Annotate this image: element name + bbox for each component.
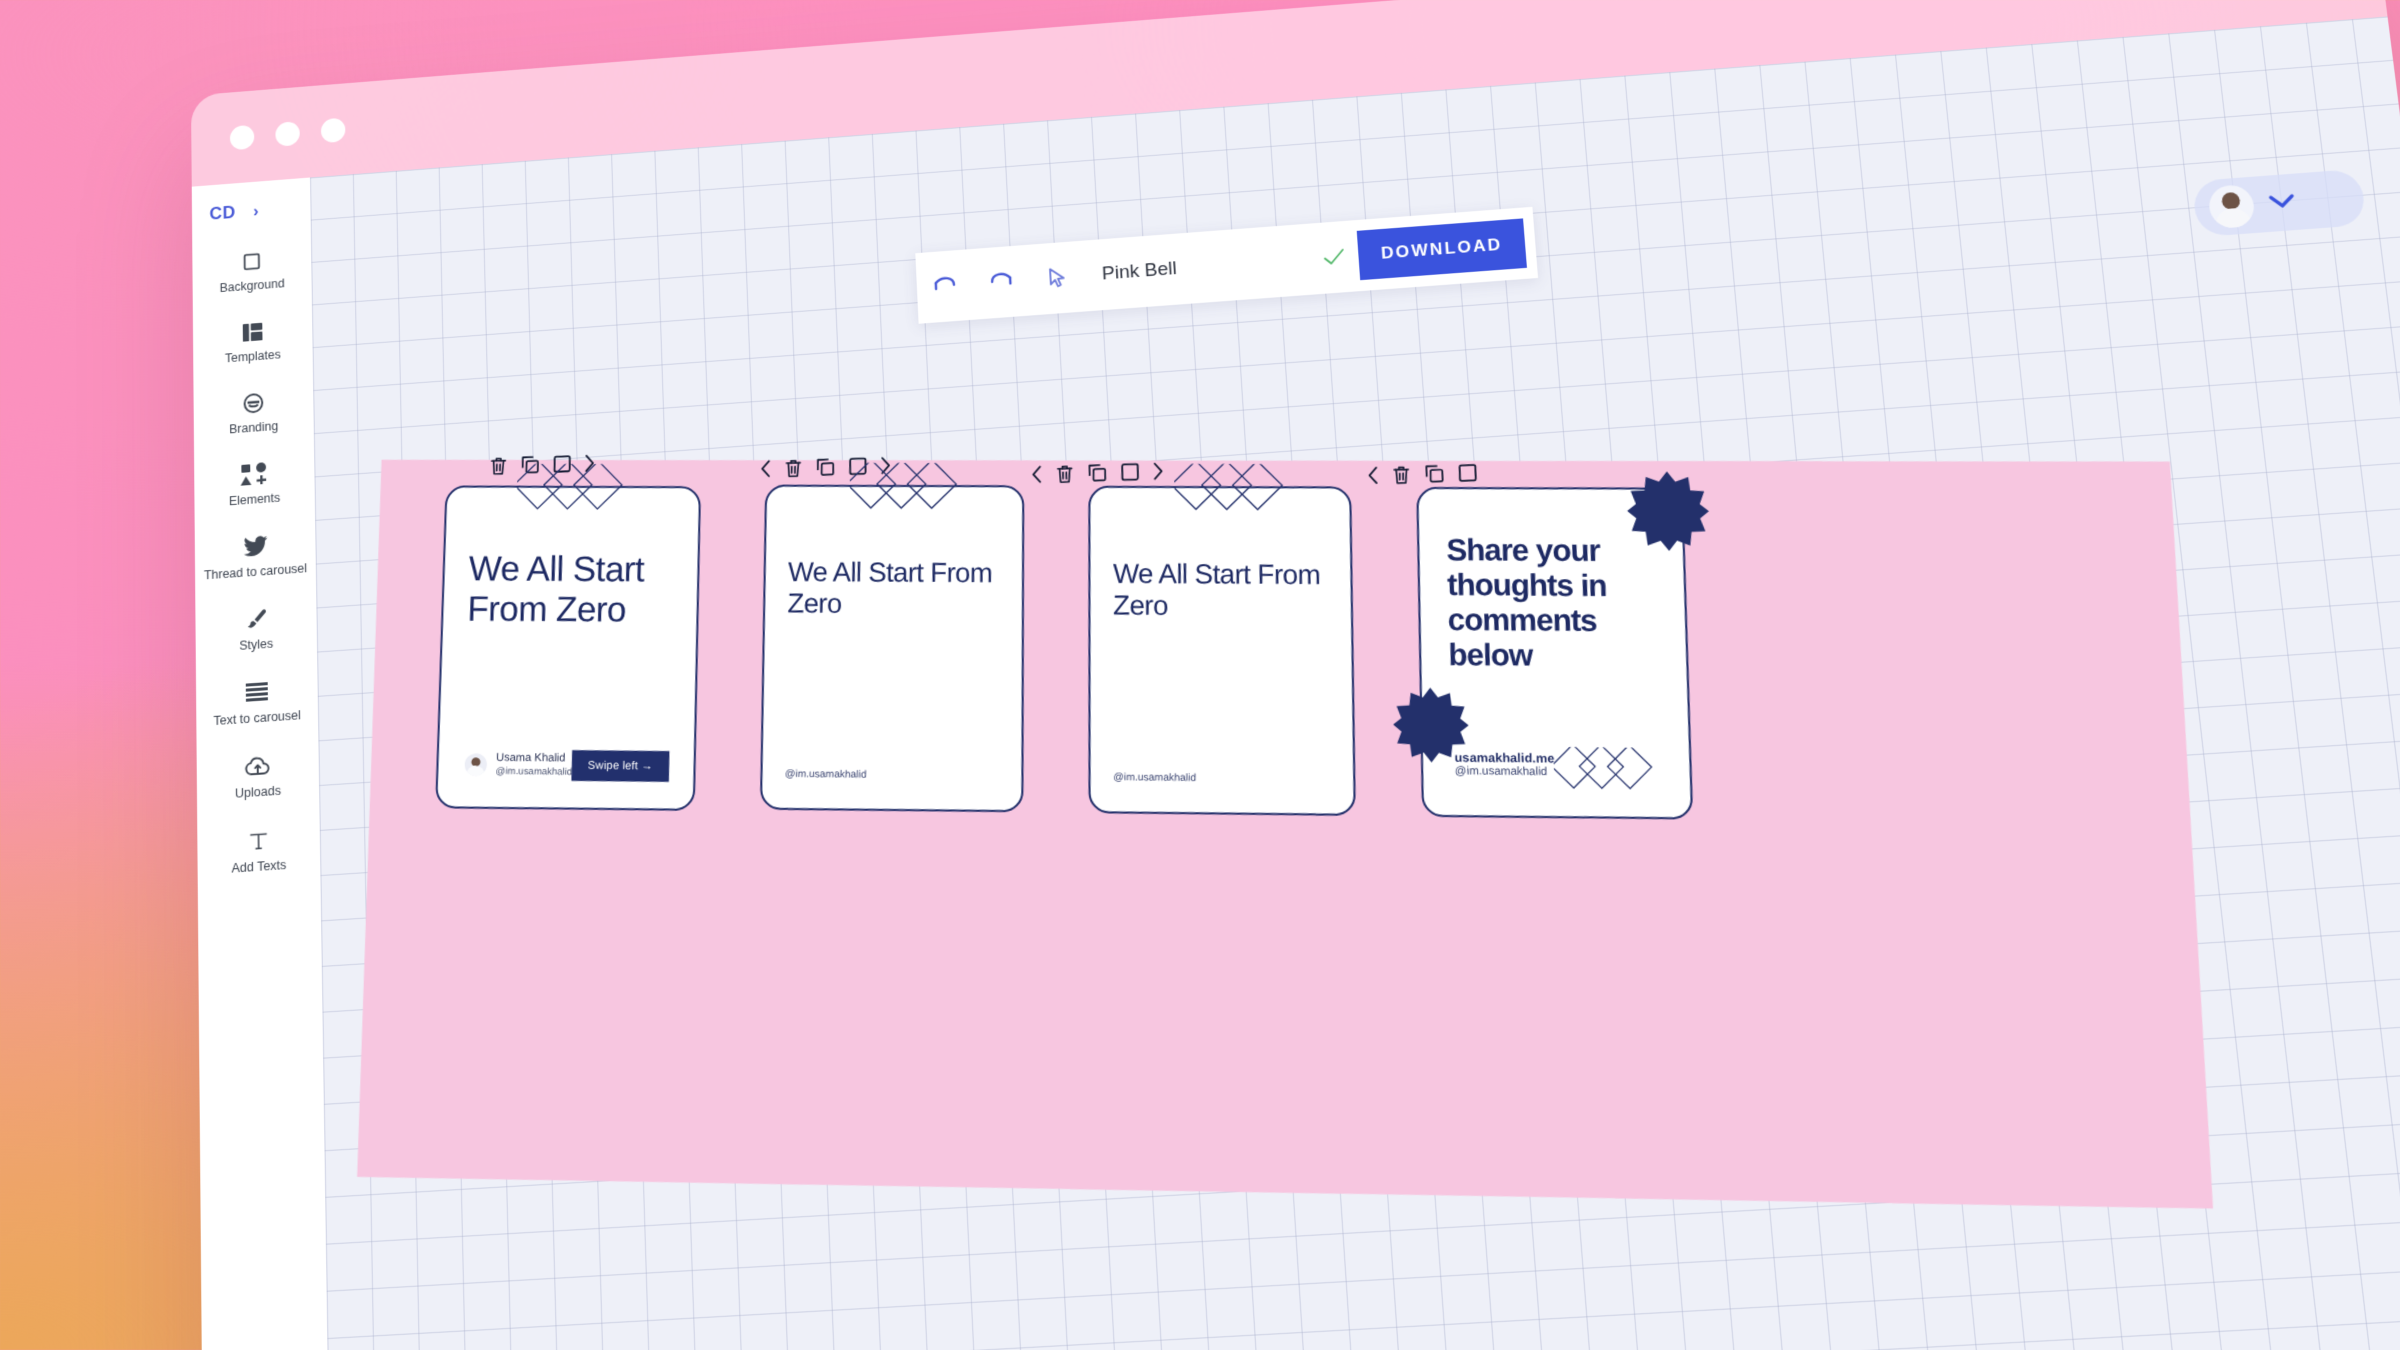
- cursor-pointer-icon[interactable]: [1029, 265, 1087, 291]
- slide-4-footer: usamakhalid.me @im.usamakhalid: [1454, 750, 1555, 778]
- sidebar-label: Add Texts: [231, 857, 287, 876]
- chevron-left-icon[interactable]: [1367, 466, 1380, 486]
- project-name-input[interactable]: Pink Bell: [1085, 248, 1310, 286]
- download-button[interactable]: DOWNLOAD: [1356, 218, 1527, 281]
- copy-icon[interactable]: [1087, 462, 1109, 484]
- redo-arrow-icon[interactable]: [973, 270, 1030, 294]
- app-window: CD › Background Templates Branding Eleme…: [190, 0, 2400, 1350]
- shapes-plus-icon: [240, 461, 268, 489]
- slide-3-handle: @im.usamakhalid: [1113, 771, 1197, 785]
- sidebar-label: Elements: [228, 490, 281, 509]
- diamonds-decoration: [1553, 747, 1671, 794]
- sidebar-label: Background: [219, 276, 285, 295]
- square-icon[interactable]: [1120, 462, 1140, 482]
- text-lines-icon: [245, 679, 269, 707]
- square-icon[interactable]: [553, 454, 572, 473]
- trash-icon[interactable]: [784, 458, 803, 478]
- slide-1-toolbar: [489, 453, 596, 477]
- sidebar-item-elements[interactable]: Elements: [194, 443, 315, 524]
- sidebar-label: Text to carousel: [213, 708, 301, 729]
- slide-4-title: Share your thoughts in comments below: [1446, 533, 1607, 673]
- slide-2[interactable]: We All Start From Zero @im.usamakhalid: [759, 485, 1025, 813]
- sidebar-expand-icon[interactable]: ›: [253, 201, 259, 221]
- sidebar-label: Branding: [229, 419, 279, 437]
- slide-4-site: usamakhalid.me: [1454, 750, 1555, 766]
- trash-icon[interactable]: [489, 456, 508, 476]
- copy-icon[interactable]: [815, 456, 836, 478]
- avatar: [2207, 183, 2257, 230]
- slide-4-toolbar: [1367, 462, 1478, 486]
- paint-brush-icon: [244, 606, 268, 634]
- window-minimize-button[interactable]: [275, 120, 300, 147]
- sidebar-item-styles[interactable]: Styles: [195, 588, 317, 669]
- brand-label: CD: [209, 202, 236, 224]
- editor-toolbar: Pink Bell DOWNLOAD: [915, 206, 1539, 324]
- sidebar-item-branding[interactable]: Branding: [193, 372, 314, 452]
- slide-1[interactable]: We All Start From Zero Usama Khalid @im.…: [435, 485, 702, 811]
- slide-3[interactable]: We All Start From Zero @im.usamakhalid: [1088, 486, 1356, 816]
- twitter-bird-icon: [243, 533, 268, 561]
- app-scene: CD › Background Templates Branding Eleme…: [0, 0, 2400, 1350]
- user-menu[interactable]: [2191, 168, 2367, 238]
- slide-4[interactable]: Share your thoughts in comments below us…: [1392, 471, 1711, 820]
- chevron-right-icon[interactable]: [1152, 462, 1165, 481]
- copy-icon[interactable]: [1423, 463, 1445, 485]
- square-icon: [241, 248, 263, 275]
- slide-1-cta-button[interactable]: Swipe left →: [571, 750, 670, 782]
- slide-2-title: We All Start From Zero: [787, 556, 993, 619]
- slide-1-author-name: Usama Khalid: [495, 751, 566, 765]
- slide-2-handle: @im.usamakhalid: [784, 768, 867, 781]
- letter-t-icon: [247, 827, 269, 855]
- templates-grid-icon: [242, 319, 264, 346]
- slide-3-title: We All Start From Zero: [1112, 558, 1321, 621]
- sidebar-item-add-texts[interactable]: Add Texts: [197, 808, 320, 891]
- chevron-right-icon[interactable]: [880, 456, 892, 475]
- window-body: CD › Background Templates Branding Eleme…: [191, 16, 2400, 1350]
- window-close-button[interactable]: [229, 124, 255, 150]
- sidebar-item-background[interactable]: Background: [192, 230, 312, 309]
- trash-icon[interactable]: [1055, 463, 1075, 484]
- sidebar-item-thread-to-carousel[interactable]: Thread to carousel: [195, 515, 317, 596]
- slide-4-handle: @im.usamakhalid: [1454, 764, 1548, 779]
- copy-icon[interactable]: [520, 454, 541, 475]
- slide-2-toolbar: [759, 455, 891, 479]
- chevron-left-icon[interactable]: [760, 459, 772, 478]
- avatar: [464, 753, 488, 777]
- sidebar-item-text-to-carousel[interactable]: Text to carousel: [196, 661, 318, 743]
- chevron-down-icon[interactable]: [2267, 190, 2297, 216]
- slide-1-title: We All Start From Zero: [466, 549, 645, 630]
- smiley-branding-icon: [242, 390, 266, 417]
- sidebar-item-uploads[interactable]: Uploads: [197, 734, 320, 816]
- slide-1-author: Usama Khalid @im.usamakhalid: [464, 752, 572, 779]
- sidebar-label: Styles: [239, 636, 274, 653]
- trash-icon[interactable]: [1391, 464, 1411, 485]
- slide-1-author-handle: @im.usamakhalid: [495, 765, 573, 778]
- design-canvas[interactable]: Pink Bell DOWNLOAD We All Start From Zer…: [310, 16, 2400, 1350]
- sidebar-label: Thread to carousel: [203, 561, 308, 583]
- sidebar: CD › Background Templates Branding Eleme…: [191, 177, 332, 1350]
- chevron-left-icon[interactable]: [1031, 465, 1043, 484]
- square-icon[interactable]: [1458, 463, 1478, 483]
- sidebar-item-templates[interactable]: Templates: [193, 301, 313, 381]
- sidebar-label: Uploads: [234, 783, 282, 801]
- sidebar-label: Templates: [224, 347, 281, 366]
- check-icon: [1309, 247, 1359, 268]
- cloud-upload-icon: [245, 753, 271, 781]
- chevron-right-icon[interactable]: [583, 454, 595, 473]
- square-icon[interactable]: [848, 457, 867, 476]
- window-maximize-button[interactable]: [320, 117, 346, 143]
- slide-3-toolbar: [1031, 460, 1165, 485]
- slides-container: We All Start From Zero Usama Khalid @im.…: [382, 330, 2268, 1197]
- undo-arrow-icon[interactable]: [916, 274, 973, 298]
